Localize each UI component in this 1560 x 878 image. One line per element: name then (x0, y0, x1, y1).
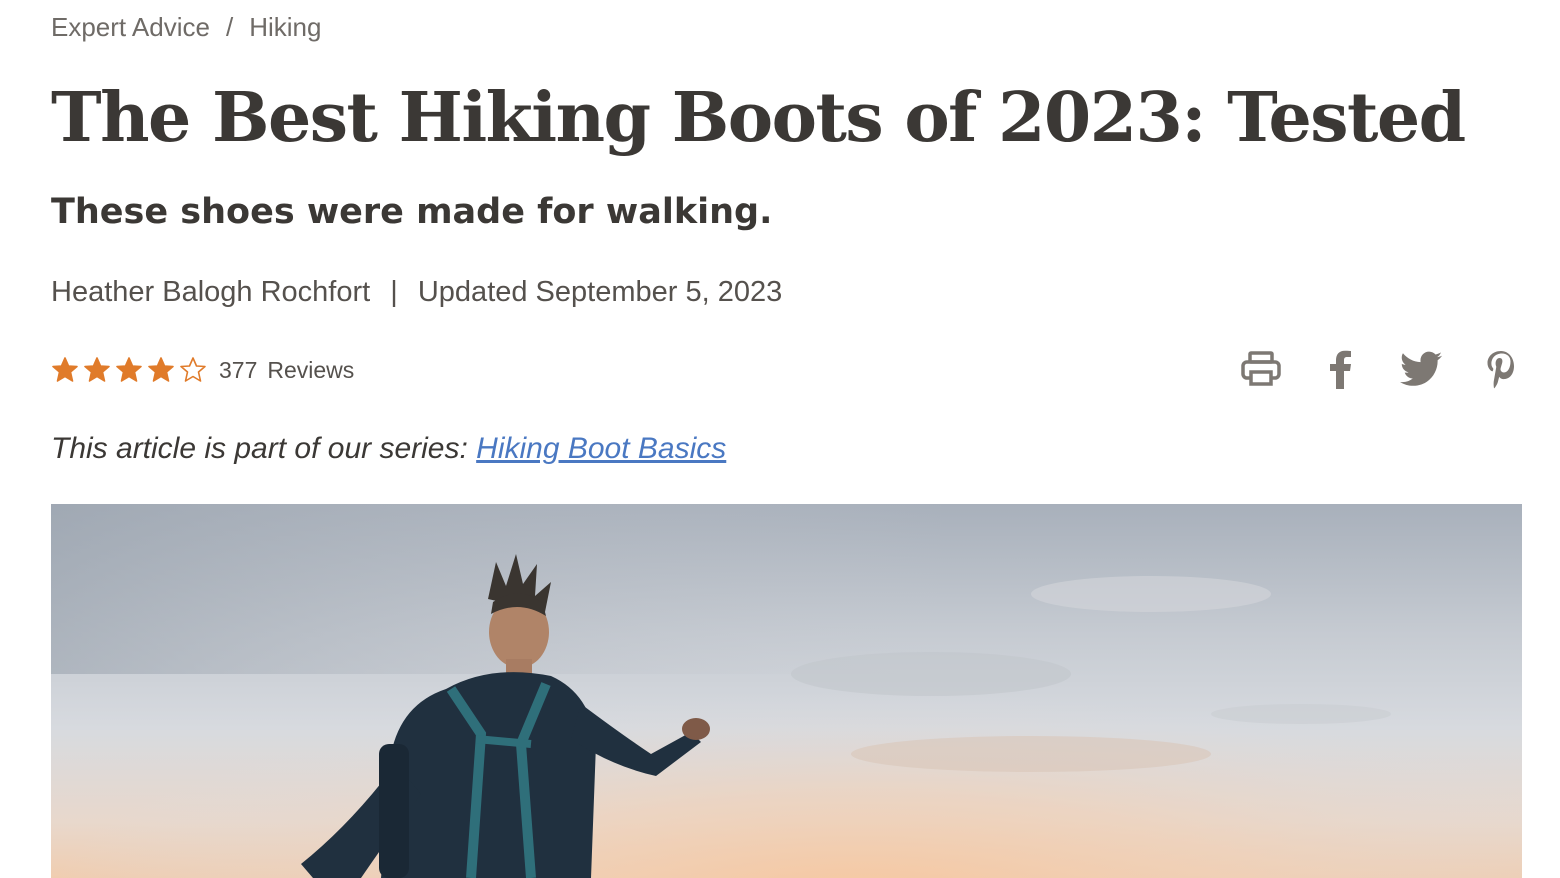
page-title: The Best Hiking Boots of 2023: Tested (51, 78, 1466, 158)
author-link[interactable]: Heather Balogh Rochfort (51, 276, 370, 308)
star-rating[interactable] (51, 356, 207, 384)
review-count: 377 (219, 356, 258, 383)
facebook-share-button[interactable] (1320, 348, 1362, 390)
updated-date: Updated September 5, 2023 (417, 276, 783, 308)
pinterest-share-button[interactable] (1480, 348, 1522, 390)
breadcrumb: Expert Advice / Hiking (51, 12, 321, 43)
print-icon (1241, 351, 1281, 386)
print-button[interactable] (1240, 348, 1282, 390)
share-toolbar (1240, 348, 1522, 390)
breadcrumb-item-hiking[interactable]: Hiking (249, 12, 321, 43)
hero-image (51, 504, 1522, 878)
breadcrumb-separator: / (225, 12, 234, 42)
star-filled-icon (52, 357, 78, 382)
rating-summary: 377 Reviews (51, 356, 354, 384)
series-note: This article is part of our series: Hiki… (51, 432, 726, 466)
page-subtitle: These shoes were made for walking. (51, 192, 773, 232)
twitter-icon (1400, 351, 1442, 386)
review-label: Reviews (267, 356, 355, 383)
breadcrumb-item-expert-advice[interactable]: Expert Advice (51, 12, 210, 43)
twitter-share-button[interactable] (1400, 348, 1442, 390)
pinterest-icon (1487, 351, 1514, 389)
star-filled-icon (148, 357, 174, 382)
facebook-icon (1330, 350, 1351, 389)
reviews-link[interactable]: 377 Reviews (219, 357, 354, 384)
series-link[interactable]: Hiking Boot Basics (476, 432, 726, 465)
series-prefix: This article is part of our series: (51, 432, 468, 465)
hiker-photo (51, 504, 1522, 878)
byline-separator: | (390, 276, 398, 308)
byline: Heather Balogh Rochfort | Updated Septem… (51, 276, 782, 309)
star-filled-icon (116, 357, 142, 382)
star-filled-icon (84, 357, 110, 382)
star-empty-icon (180, 357, 206, 382)
